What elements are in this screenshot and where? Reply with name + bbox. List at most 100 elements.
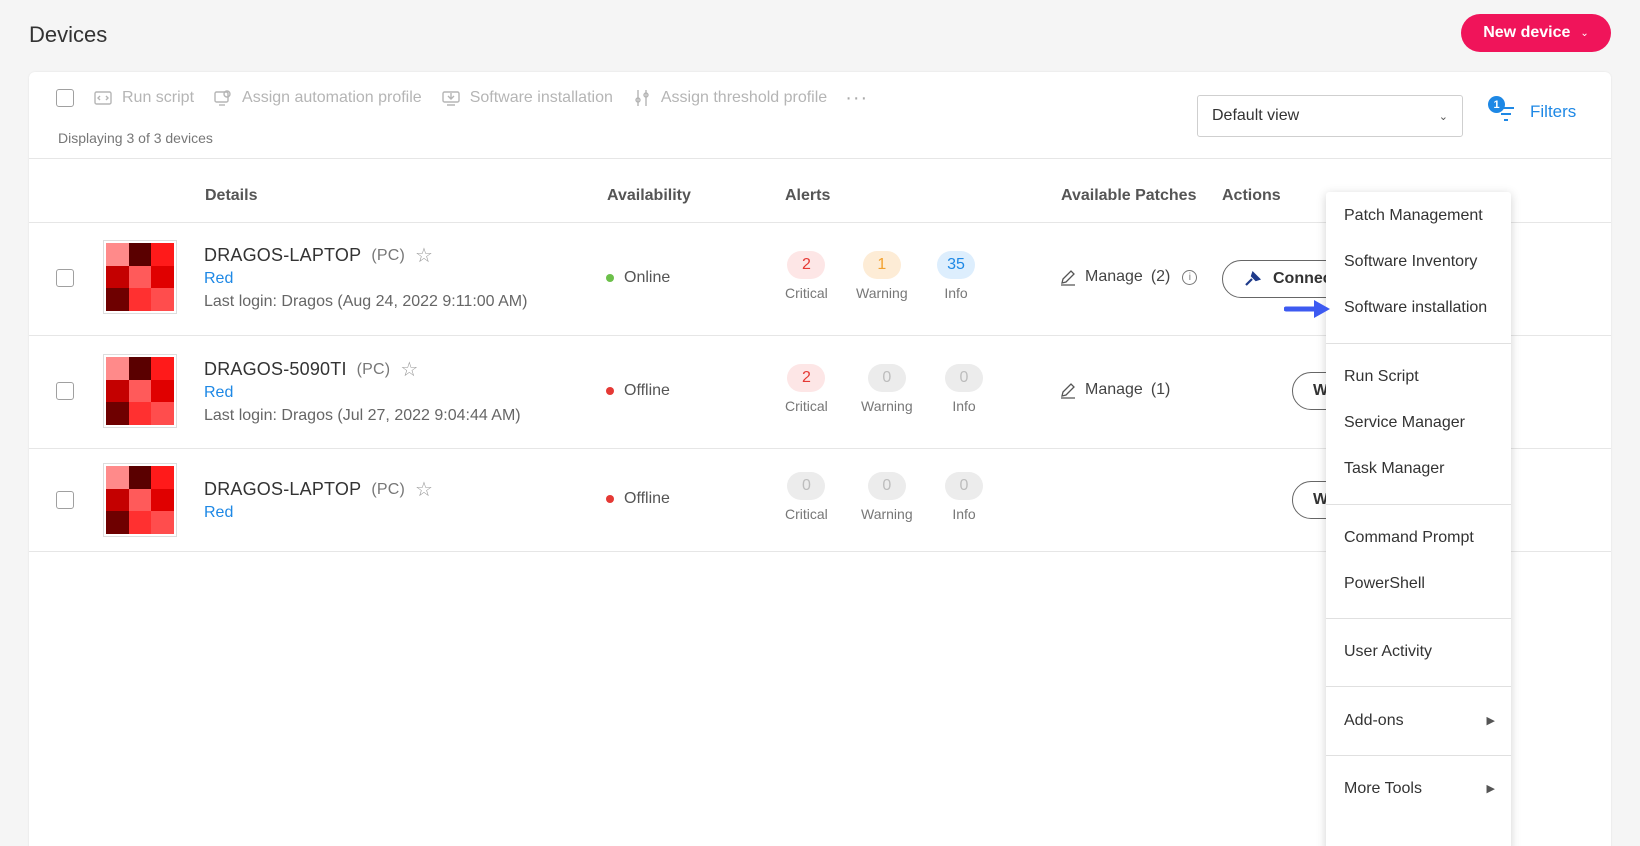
- select-all-checkbox[interactable]: [56, 89, 74, 107]
- menu-item-patch-management[interactable]: Patch Management: [1344, 207, 1483, 225]
- info-alerts[interactable]: 0 Info: [945, 472, 983, 522]
- offline-status-dot: [606, 495, 614, 503]
- menu-item-powershell[interactable]: PowerShell: [1344, 575, 1425, 593]
- menu-separator: [1326, 686, 1511, 687]
- thumbnail-tile: [151, 466, 174, 489]
- thumbnail-tile: [151, 379, 174, 403]
- thumbnail-tile: [106, 466, 129, 489]
- assign-automation-label: Assign automation profile: [242, 89, 422, 106]
- triangle-right-icon: ▶: [1486, 715, 1495, 727]
- thumbnail-tile: [151, 243, 174, 266]
- pen-icon: [1061, 270, 1075, 286]
- info-icon[interactable]: i: [1182, 269, 1198, 285]
- info-alerts[interactable]: 35 Info: [937, 251, 975, 301]
- menu-item-add-ons[interactable]: Add-ons: [1344, 712, 1404, 730]
- device-group[interactable]: Red: [204, 384, 233, 402]
- device-type: (PC): [371, 480, 405, 498]
- warning-count: 1: [862, 251, 901, 279]
- critical-alerts[interactable]: 2 Critical: [785, 364, 828, 414]
- column-header-details[interactable]: Details: [205, 187, 257, 205]
- row-checkbox[interactable]: [56, 382, 74, 400]
- thumbnail-tile: [128, 265, 152, 289]
- info-label: Info: [952, 398, 976, 414]
- device-type: (PC): [356, 360, 391, 378]
- more-actions-icon[interactable]: ···: [845, 87, 868, 110]
- availability-text: Online: [624, 269, 671, 286]
- menu-item-task-manager[interactable]: Task Manager: [1344, 460, 1445, 478]
- install-icon: [441, 91, 460, 106]
- menu-item-software-inventory[interactable]: Software Inventory: [1344, 253, 1477, 271]
- device-last-login: Last login: Dragos (Jul 27, 2022 9:04:44…: [204, 407, 521, 424]
- critical-alerts[interactable]: 2 Critical: [785, 251, 828, 301]
- device-name[interactable]: DRAGOS-LAPTOP (PC) ☆: [204, 477, 433, 502]
- thumbnail-tile: [128, 466, 152, 489]
- bulk-toolbar: Run script Assign automation profile Sof…: [56, 80, 868, 116]
- thumbnail-tile: [151, 511, 174, 534]
- info-count: 0: [945, 364, 983, 392]
- info-count: 0: [945, 472, 983, 500]
- menu-separator: [1326, 618, 1511, 619]
- warning-count: 0: [867, 364, 906, 392]
- assign-automation-action[interactable]: Assign automation profile: [214, 89, 422, 107]
- manage-patches-link[interactable]: Manage (1): [1059, 381, 1170, 399]
- device-thumbnail: [103, 354, 177, 428]
- filter-icon: 1: [1488, 96, 1518, 124]
- manage-patches-link[interactable]: Manage (2) i: [1059, 268, 1198, 286]
- device-group[interactable]: Red: [204, 504, 233, 522]
- critical-count: 0: [787, 472, 826, 500]
- run-script-label: Run script: [122, 89, 195, 106]
- row-checkbox[interactable]: [56, 491, 74, 509]
- critical-alerts[interactable]: 0 Critical: [785, 472, 828, 522]
- availability-text: Offline: [624, 382, 670, 399]
- warning-alerts[interactable]: 0 Warning: [861, 364, 913, 414]
- menu-item-command-prompt[interactable]: Command Prompt: [1344, 529, 1474, 547]
- column-header-availability[interactable]: Availability: [607, 187, 691, 205]
- pointer-arrow-icon: [1284, 300, 1330, 318]
- new-device-button[interactable]: New device ⌄: [1461, 14, 1611, 52]
- info-label: Info: [944, 285, 968, 301]
- star-icon[interactable]: ☆: [415, 477, 433, 502]
- menu-item-run-script[interactable]: Run Script: [1344, 368, 1419, 386]
- menu-item-software-installation[interactable]: Software installation: [1344, 299, 1487, 317]
- menu-item-service-manager[interactable]: Service Manager: [1344, 414, 1465, 432]
- thumbnail-tile: [106, 265, 129, 289]
- star-icon[interactable]: ☆: [415, 243, 433, 268]
- warning-label: Warning: [861, 506, 913, 522]
- assign-threshold-action[interactable]: Assign threshold profile: [633, 89, 827, 107]
- device-name-text: DRAGOS-LAPTOP: [204, 479, 362, 499]
- offline-status-dot: [606, 387, 614, 395]
- info-label: Info: [952, 506, 976, 522]
- info-alerts[interactable]: 0 Info: [945, 364, 983, 414]
- star-icon[interactable]: ☆: [400, 357, 418, 382]
- device-group[interactable]: Red: [204, 270, 233, 288]
- warning-alerts[interactable]: 1 Warning: [856, 251, 908, 301]
- warning-alerts[interactable]: 0 Warning: [861, 472, 913, 522]
- device-name[interactable]: DRAGOS-LAPTOP (PC) ☆: [204, 243, 433, 268]
- row-checkbox[interactable]: [56, 269, 74, 287]
- thumbnail-tile: [128, 379, 152, 403]
- thumbnail-tile: [151, 288, 174, 311]
- filter-count-badge: 1: [1488, 96, 1505, 113]
- device-thumbnail: [103, 463, 177, 537]
- critical-count: 2: [787, 364, 826, 392]
- menu-item-more-tools[interactable]: More Tools: [1344, 780, 1422, 798]
- thumbnail-tile: [128, 243, 152, 266]
- thumbnail-tile: [128, 488, 152, 512]
- column-header-actions[interactable]: Actions: [1222, 187, 1281, 205]
- thumbnail-tile: [106, 402, 129, 425]
- column-header-alerts[interactable]: Alerts: [785, 187, 830, 205]
- view-select[interactable]: Default view ⌄: [1197, 95, 1463, 137]
- pen-icon: [1061, 383, 1075, 399]
- menu-item-user-activity[interactable]: User Activity: [1344, 643, 1432, 661]
- software-installation-label: Software installation: [469, 89, 613, 106]
- view-select-value: Default view: [1212, 107, 1300, 124]
- device-name[interactable]: DRAGOS-5090TI (PC) ☆: [204, 357, 418, 382]
- run-script-action[interactable]: Run script: [94, 89, 194, 107]
- menu-separator: [1326, 504, 1511, 505]
- software-installation-action[interactable]: Software installation: [441, 89, 613, 107]
- thumbnail-tile: [128, 402, 152, 425]
- filters-button[interactable]: 1 Filters: [1488, 96, 1576, 124]
- patch-count: (1): [1150, 381, 1171, 398]
- column-header-patches[interactable]: Available Patches: [1061, 187, 1196, 205]
- critical-count: 2: [787, 251, 826, 279]
